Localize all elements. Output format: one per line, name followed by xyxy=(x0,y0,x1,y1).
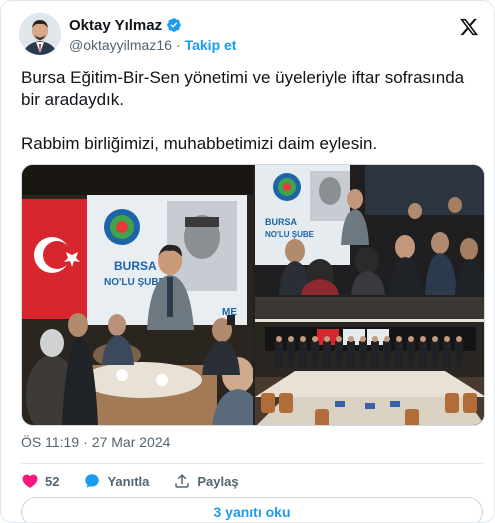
tweet-card: Oktay Yılmaz @oktayyilmaz16 · Takip et B… xyxy=(0,0,495,523)
tweet-text-line-1: Bursa Eğitim-Bir-Sen yönetimi ve üyeleri… xyxy=(21,68,465,109)
like-button[interactable]: 52 xyxy=(21,472,59,490)
share-label: Paylaş xyxy=(197,473,239,489)
photo-audience[interactable]: BURSA NO'LU ŞUBE xyxy=(255,165,484,295)
tweet-header: Oktay Yılmaz @oktayyilmaz16 · Takip et xyxy=(19,11,481,57)
tweet-text: Bursa Eğitim-Bir-Sen yönetimi ve üyeleri… xyxy=(21,67,483,155)
action-bar: 52 Yanıtla Paylaş xyxy=(21,469,483,493)
author-block: Oktay Yılmaz @oktayyilmaz16 · Takip et xyxy=(69,15,236,55)
share-icon xyxy=(175,473,190,488)
display-name-row: Oktay Yılmaz xyxy=(69,15,236,35)
x-logo-icon[interactable] xyxy=(459,17,479,37)
handle-row: @oktayyilmaz16 · Takip et xyxy=(69,35,236,55)
display-name[interactable]: Oktay Yılmaz xyxy=(69,17,162,34)
share-button[interactable]: Paylaş xyxy=(173,472,239,490)
media-grid: BURSA NO'LU ŞUBE ME BURSA NO'LU ŞUBE xyxy=(21,164,485,426)
tweet-timestamp[interactable]: ÖS 11:19 · 27 Mar 2024 xyxy=(21,434,170,450)
reply-bubble-icon xyxy=(85,474,100,488)
reply-label: Yanıtla xyxy=(107,473,150,489)
avatar-image xyxy=(19,13,61,55)
photo-hall-image xyxy=(255,297,484,425)
banner-text-1: BURSA xyxy=(114,259,157,273)
banner-text-tr-1: BURSA xyxy=(265,217,298,227)
photo-speaker-image: BURSA NO'LU ŞUBE ME xyxy=(22,165,253,425)
timestamp-date: 27 Mar 2024 xyxy=(91,434,171,450)
handle-separator: · xyxy=(175,37,181,53)
photo-speaker[interactable]: BURSA NO'LU ŞUBE ME xyxy=(22,165,253,425)
divider xyxy=(21,463,483,464)
read-replies-button[interactable]: 3 yanıtı oku xyxy=(21,497,483,522)
reply-button[interactable]: Yanıtla xyxy=(83,472,149,490)
timestamp-time: ÖS 11:19 xyxy=(21,434,80,450)
like-count: 52 xyxy=(45,473,60,489)
photo-hall[interactable] xyxy=(255,297,484,425)
follow-button[interactable]: Takip et xyxy=(185,37,237,53)
photo-audience-image: BURSA NO'LU ŞUBE xyxy=(255,165,484,295)
banner-text-tr-2: NO'LU ŞUBE xyxy=(265,230,315,239)
avatar[interactable] xyxy=(19,13,61,55)
verified-badge-icon xyxy=(167,18,181,32)
timestamp-separator: · xyxy=(83,434,88,450)
handle[interactable]: @oktayyilmaz16 xyxy=(69,37,172,53)
heart-icon xyxy=(22,474,38,488)
tweet-text-line-2: Rabbim birliğimizi, muhabbetimizi daim e… xyxy=(21,134,378,153)
